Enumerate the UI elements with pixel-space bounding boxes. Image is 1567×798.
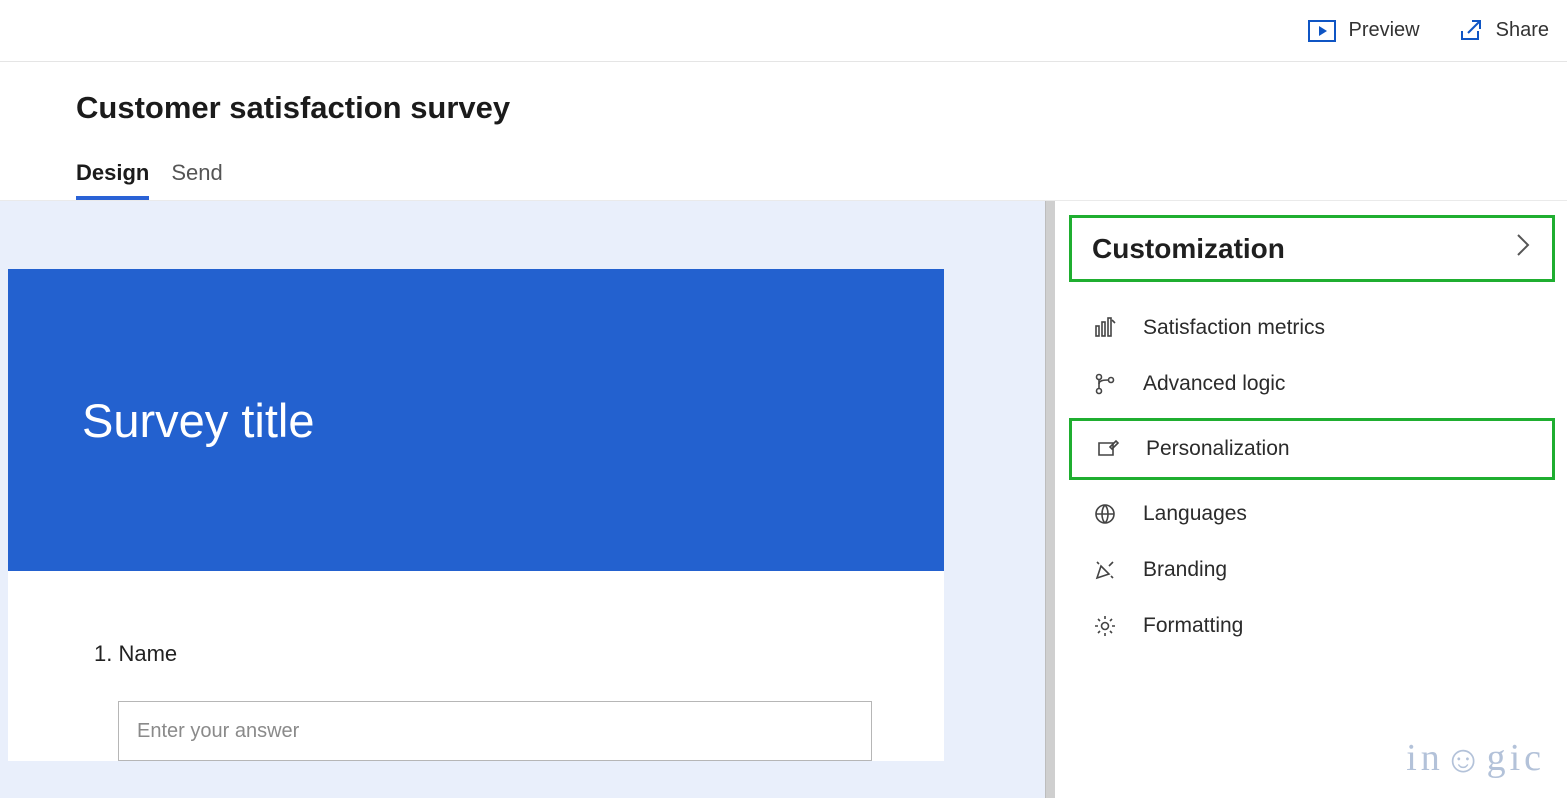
sidebar-item-personalization[interactable]: Personalization (1072, 421, 1552, 477)
sidebar-item-branding[interactable]: Branding (1069, 542, 1555, 598)
personalization-highlight: Personalization (1069, 418, 1555, 480)
share-label: Share (1496, 19, 1549, 42)
sidebar-item-label: Branding (1143, 558, 1227, 582)
sidebar-item-advanced-logic[interactable]: Advanced logic (1069, 356, 1555, 412)
survey-canvas: Survey title 1. Name (0, 201, 1055, 798)
page-title: Customer satisfaction survey (76, 90, 1567, 126)
sidebar-item-languages[interactable]: Languages (1069, 486, 1555, 542)
sidebar-item-label: Personalization (1146, 437, 1290, 461)
tabs: Design Send (76, 152, 1567, 200)
customization-list: Satisfaction metrics Advanced logic (1069, 300, 1555, 654)
sidebar-item-label: Languages (1143, 502, 1247, 526)
header: Customer satisfaction survey Design Send (0, 62, 1567, 200)
watermark-logo: in☺gic (1406, 736, 1545, 780)
customization-title: Customization (1092, 233, 1285, 265)
share-icon (1458, 19, 1484, 43)
tab-send[interactable]: Send (171, 152, 222, 200)
question-1-label: 1. Name (94, 641, 944, 667)
question-1-input[interactable] (118, 701, 872, 761)
survey-title[interactable]: Survey title (82, 393, 314, 448)
edit-box-icon (1096, 437, 1120, 461)
sidebar-item-label: Advanced logic (1143, 372, 1285, 396)
customization-header[interactable]: Customization (1069, 215, 1555, 282)
branding-icon (1093, 558, 1117, 582)
globe-icon (1093, 502, 1117, 526)
branch-icon (1093, 372, 1117, 396)
metrics-icon (1093, 316, 1117, 340)
tab-design[interactable]: Design (76, 152, 149, 200)
question-number: 1. (94, 641, 112, 666)
sidebar-item-satisfaction-metrics[interactable]: Satisfaction metrics (1069, 300, 1555, 356)
sidebar-item-formatting[interactable]: Formatting (1069, 598, 1555, 654)
preview-label: Preview (1348, 19, 1419, 42)
body: Survey title 1. Name Customization (0, 200, 1567, 798)
chevron-right-icon (1514, 232, 1532, 265)
survey-hero[interactable]: Survey title (8, 269, 944, 571)
canvas-scrollbar[interactable] (1045, 201, 1055, 798)
sidebar-item-label: Satisfaction metrics (1143, 316, 1325, 340)
share-button[interactable]: Share (1458, 19, 1549, 43)
topbar: Preview Share (0, 0, 1567, 62)
play-preview-icon (1308, 20, 1336, 42)
preview-button[interactable]: Preview (1308, 19, 1419, 42)
sidebar-item-label: Formatting (1143, 614, 1243, 638)
question-1: 1. Name (8, 571, 944, 761)
question-text: Name (118, 641, 177, 666)
gear-icon (1093, 614, 1117, 638)
survey-canvas-inner: Survey title 1. Name (8, 269, 944, 761)
side-panel: Customization Satisfaction metrics (1055, 201, 1567, 798)
